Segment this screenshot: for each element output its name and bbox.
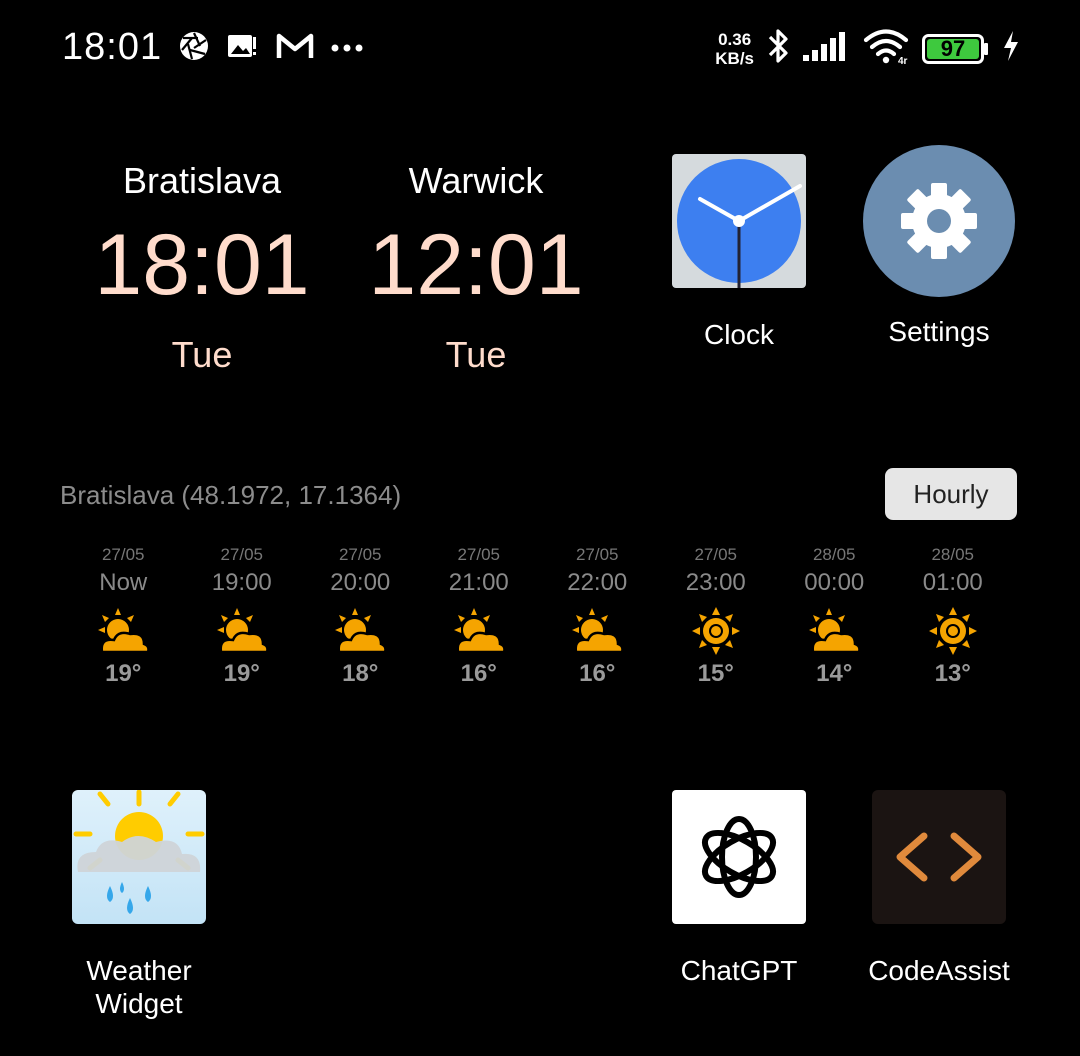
hourly-forecast: 27/05 Now 19° 27/05 19:00 19° 27/05 20:0… <box>64 544 1012 688</box>
chatgpt-app-label: ChatGPT <box>680 955 798 986</box>
forecast-temp: 13° <box>934 660 971 687</box>
forecast-time: 23:00 <box>685 569 746 596</box>
clock-app-label: Clock <box>703 319 774 350</box>
notification-icons <box>178 30 364 67</box>
forecast-temp: 19° <box>223 660 260 687</box>
weather-location[interactable]: Bratislava (48.1972, 17.1364) <box>60 480 401 511</box>
clock-day: Tue <box>445 334 507 375</box>
world-clock-bratislava[interactable]: Bratislava 18:01 Tue <box>82 160 322 376</box>
clock-app[interactable]: Clock <box>639 154 839 351</box>
partly-sunny-icon <box>64 604 183 658</box>
clock-city: Warwick <box>408 160 544 201</box>
battery-level: 97 <box>940 35 966 61</box>
forecast-time: 19:00 <box>211 569 272 596</box>
forecast-date: 28/05 <box>812 545 856 564</box>
settings-app-label: Settings <box>888 316 990 347</box>
forecast-time: 00:00 <box>804 569 865 596</box>
svg-text:4r: 4r <box>898 56 908 65</box>
system-status-icons: 0.36 KB/s 4r 97 <box>715 26 1020 71</box>
home-screen: 18:01 0.36 KB/s 4r 97 Bratislava 18:01 T… <box>0 0 1080 1056</box>
forecast-item: 28/05 00:00 14° <box>775 544 894 688</box>
clock-time: 18:01 <box>94 217 310 313</box>
forecast-date: 27/05 <box>101 545 145 564</box>
hourly-toggle-button[interactable]: Hourly <box>885 468 1017 520</box>
weather-widget-app[interactable]: Weather Widget <box>39 790 239 1020</box>
forecast-temp: 18° <box>342 660 379 687</box>
forecast-temp: 19° <box>105 660 142 687</box>
codeassist-app-label: CodeAssist <box>868 955 1010 986</box>
chatgpt-app[interactable]: ChatGPT <box>639 790 839 987</box>
more-notifications-icon <box>330 40 364 58</box>
gmail-icon <box>276 31 314 66</box>
forecast-date: 28/05 <box>931 545 975 564</box>
bluetooth-icon <box>766 26 790 71</box>
forecast-time: 22:00 <box>567 569 628 596</box>
forecast-temp: 15° <box>697 660 734 687</box>
network-speed: 0.36 KB/s <box>715 30 754 68</box>
forecast-time: 21:00 <box>448 569 509 596</box>
clock-app-icon <box>672 154 806 288</box>
clock-day: Tue <box>171 334 233 375</box>
network-speed-value: 0.36 <box>718 29 752 49</box>
forecast-item: 27/05 Now 19° <box>64 544 183 688</box>
weather-widget-app-label: Weather Widget <box>39 954 239 1020</box>
sun-icon <box>894 604 1013 658</box>
forecast-item: 27/05 22:00 16° <box>538 544 657 688</box>
weather-widget-label-line1: Weather <box>86 955 192 986</box>
signal-icon <box>802 29 850 68</box>
weather-widget-app-icon <box>72 790 206 924</box>
codeassist-app-icon <box>872 790 1006 924</box>
forecast-date: 27/05 <box>575 545 619 564</box>
sun-icon <box>657 604 776 658</box>
forecast-temp: 14° <box>816 660 853 687</box>
battery-icon: 97 <box>922 33 990 64</box>
chatgpt-app-icon <box>672 790 806 924</box>
settings-app[interactable]: Settings <box>839 145 1039 348</box>
partly-sunny-icon <box>538 604 657 658</box>
weather-widget-label-line2: Widget <box>95 988 183 1019</box>
charging-icon <box>1002 30 1020 67</box>
status-time: 18:01 <box>62 26 163 68</box>
codeassist-app[interactable]: CodeAssist <box>839 790 1039 987</box>
partly-sunny-icon <box>420 604 539 658</box>
clock-time: 12:01 <box>368 217 584 313</box>
partly-sunny-icon <box>301 604 420 658</box>
aperture-icon <box>178 30 210 67</box>
forecast-item: 27/05 19:00 19° <box>183 544 302 688</box>
forecast-item: 27/05 21:00 16° <box>420 544 539 688</box>
wifi-icon: 4r <box>862 27 910 70</box>
forecast-time: Now <box>99 569 148 596</box>
forecast-item: 28/05 01:00 13° <box>894 544 1013 688</box>
settings-app-icon <box>863 145 1015 297</box>
forecast-temp: 16° <box>579 660 616 687</box>
forecast-time: 01:00 <box>922 569 983 596</box>
network-speed-unit: KB/s <box>715 48 754 68</box>
forecast-date: 27/05 <box>338 545 382 564</box>
forecast-temp: 16° <box>460 660 497 687</box>
clock-city: Bratislava <box>122 160 282 201</box>
gallery-alert-icon <box>226 31 260 66</box>
forecast-date: 27/05 <box>694 545 738 564</box>
forecast-item: 27/05 20:00 18° <box>301 544 420 688</box>
partly-sunny-icon <box>775 604 894 658</box>
world-clock-warwick[interactable]: Warwick 12:01 Tue <box>356 160 596 376</box>
forecast-date: 27/05 <box>220 545 264 564</box>
partly-sunny-icon <box>183 604 302 658</box>
forecast-date: 27/05 <box>457 545 501 564</box>
forecast-item: 27/05 23:00 15° <box>657 544 776 688</box>
forecast-time: 20:00 <box>330 569 391 596</box>
